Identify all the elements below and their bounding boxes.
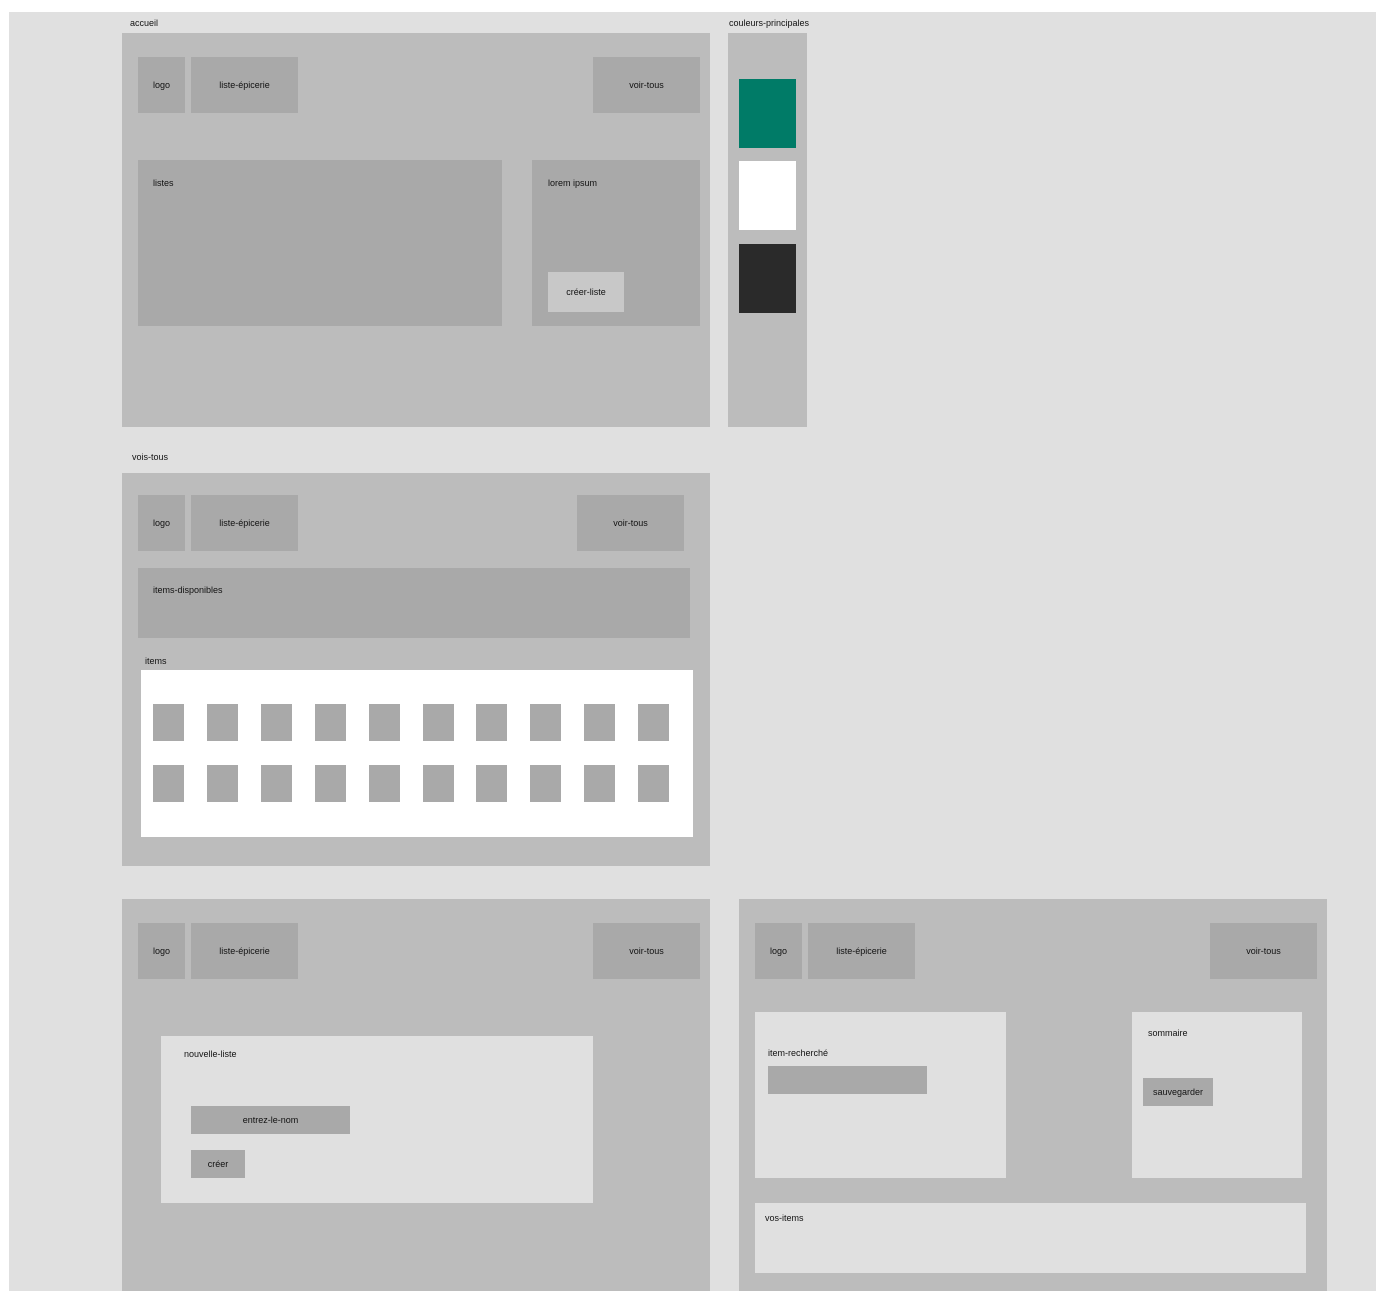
- frame-search: logo liste-épicerie voir-tous item-reche…: [739, 899, 1327, 1291]
- new-list-dialog: nouvelle-liste entrez-le-nom créer: [161, 1036, 593, 1203]
- item-tile[interactable]: [584, 704, 616, 741]
- searched-item-label: item-recherché: [768, 1048, 829, 1058]
- item-tile[interactable]: [476, 704, 508, 741]
- create-list-label: créer-liste: [566, 287, 606, 297]
- name-input[interactable]: entrez-le-nom: [191, 1106, 350, 1134]
- frame-title-colors: couleurs-principales: [729, 18, 810, 28]
- side-text: lorem ipsum: [548, 178, 598, 188]
- item-tile[interactable]: [584, 765, 616, 802]
- see-all-label: voir-tous: [629, 80, 664, 90]
- swatch-white: [739, 161, 796, 230]
- item-tile[interactable]: [368, 704, 400, 741]
- items-label: items: [145, 656, 167, 666]
- see-all-label: voir-tous: [1246, 946, 1281, 956]
- available-items-label: items-disponibles: [153, 585, 223, 595]
- item-tile[interactable]: [638, 765, 670, 802]
- item-tile[interactable]: [476, 765, 508, 802]
- dialog-title: nouvelle-liste: [184, 1049, 237, 1059]
- logo-label: logo: [152, 518, 170, 528]
- available-items-panel: items-disponibles: [138, 568, 690, 638]
- app-name-box[interactable]: liste-épicerie: [191, 923, 298, 979]
- item-tile[interactable]: [260, 765, 292, 802]
- item-tile[interactable]: [260, 704, 292, 741]
- lists-label: listes: [153, 178, 174, 188]
- summary-panel: sommaire sauvegarder: [1132, 1012, 1302, 1178]
- item-tile[interactable]: [638, 704, 670, 741]
- see-all-label: voir-tous: [629, 946, 664, 956]
- item-tile[interactable]: [206, 765, 238, 802]
- frame-colors: [728, 33, 807, 427]
- create-list-button[interactable]: créer-liste: [548, 272, 624, 312]
- frame-accueil: logo liste-épicerie voir-tous listes lor…: [122, 33, 710, 427]
- your-items-panel: vos-items: [755, 1203, 1306, 1273]
- logo-label: logo: [152, 80, 170, 90]
- swatch-primary: [739, 79, 796, 148]
- app-name-box[interactable]: liste-épicerie: [191, 57, 298, 113]
- lists-panel: listes: [138, 160, 502, 326]
- item-tile[interactable]: [530, 704, 562, 741]
- create-button-label: créer: [207, 1159, 229, 1169]
- items-grid: [141, 670, 693, 837]
- logo-box[interactable]: logo: [138, 495, 185, 551]
- your-items-label: vos-items: [765, 1213, 804, 1223]
- item-tile[interactable]: [422, 704, 454, 741]
- see-all-button[interactable]: voir-tous: [1210, 923, 1317, 979]
- app-name-label: liste-épicerie: [219, 946, 270, 956]
- item-tile[interactable]: [422, 765, 454, 802]
- name-input-placeholder: entrez-le-nom: [242, 1115, 299, 1125]
- summary-label: sommaire: [1148, 1028, 1188, 1038]
- item-tile[interactable]: [206, 704, 238, 741]
- create-button[interactable]: créer: [191, 1150, 245, 1178]
- app-name-label: liste-épicerie: [219, 80, 270, 90]
- logo-box[interactable]: logo: [755, 923, 802, 979]
- see-all-button[interactable]: voir-tous: [593, 923, 700, 979]
- frame-new-list: logo liste-épicerie voir-tous nouvelle-l…: [122, 899, 710, 1291]
- app-name-label: liste-épicerie: [836, 946, 887, 956]
- frame-title-vois-tous: vois-tous: [132, 452, 169, 462]
- save-button-label: sauvegarder: [1152, 1087, 1204, 1097]
- frame-title-accueil: accueil: [130, 18, 159, 28]
- item-tile[interactable]: [368, 765, 400, 802]
- app-name-box[interactable]: liste-épicerie: [191, 495, 298, 551]
- see-all-button[interactable]: voir-tous: [593, 57, 700, 113]
- see-all-label: voir-tous: [613, 518, 648, 528]
- frame-vois-tous: logo liste-épicerie voir-tous items-disp…: [122, 473, 710, 866]
- app-name-label: liste-épicerie: [219, 518, 270, 528]
- item-tile[interactable]: [314, 704, 346, 741]
- searched-item-input[interactable]: [768, 1066, 927, 1094]
- logo-box[interactable]: logo: [138, 923, 185, 979]
- save-button[interactable]: sauvegarder: [1143, 1078, 1213, 1106]
- item-tile[interactable]: [314, 765, 346, 802]
- see-all-button[interactable]: voir-tous: [577, 495, 684, 551]
- item-tile[interactable]: [530, 765, 562, 802]
- item-tile[interactable]: [153, 704, 184, 741]
- searched-item-panel: item-recherché: [755, 1012, 1006, 1178]
- logo-label: logo: [152, 946, 170, 956]
- app-name-box[interactable]: liste-épicerie: [808, 923, 915, 979]
- item-tile[interactable]: [153, 765, 184, 802]
- side-panel: lorem ipsum créer-liste: [532, 160, 700, 326]
- swatch-dark: [739, 244, 796, 313]
- logo-label: logo: [769, 946, 787, 956]
- logo-box[interactable]: logo: [138, 57, 185, 113]
